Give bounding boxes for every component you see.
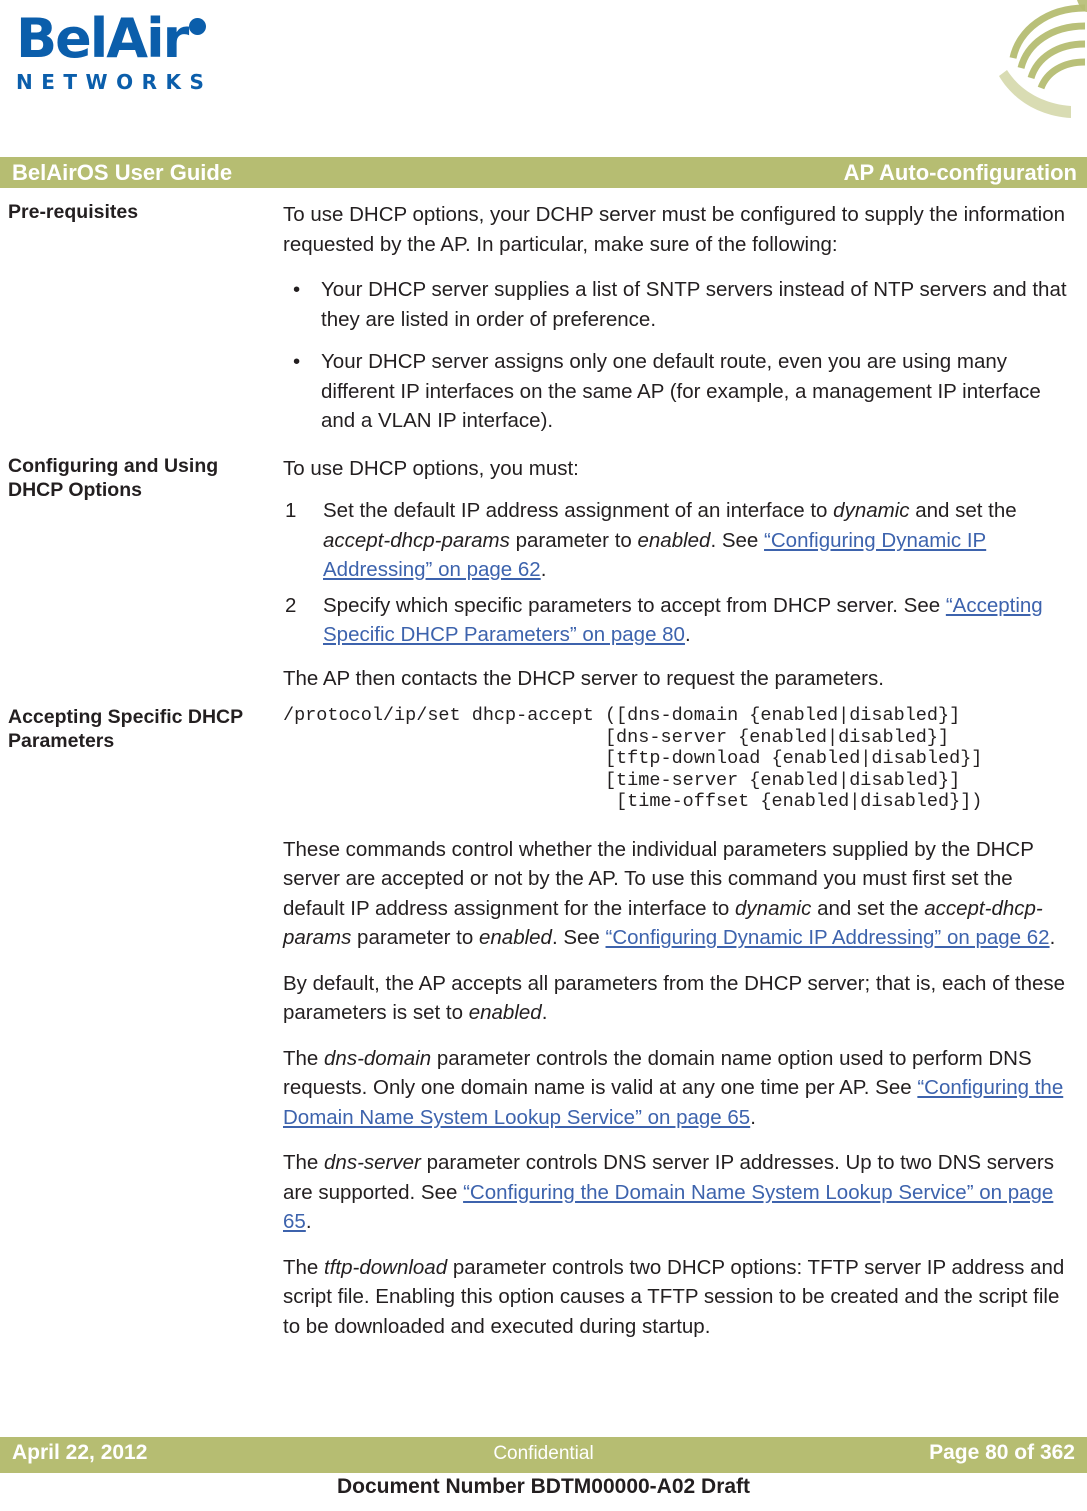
cli-command-block: /protocol/ip/set dhcp-accept ([dns-domai… [283,705,983,812]
step-emphasis: enabled [637,528,711,552]
step-text-part: . See [710,528,765,552]
page-content: Pre-requisites To use DHCP options, your… [0,200,1087,1357]
text-part: The [283,1046,325,1070]
text-part: . [1049,926,1056,949]
step-emphasis: dynamic [833,499,910,522]
footer-confidential-label: Confidential [493,1443,594,1464]
logo-subtext: NETWORKS [16,70,213,94]
text-part: The [283,1151,325,1174]
corner-swoosh-decoration [947,0,1087,132]
step-text-part: . [540,558,547,581]
text-part: . See [551,926,606,949]
paragraph-accept-4: The dns-server parameter controls DNS se… [283,1148,1068,1237]
paragraph-config-outro: The AP then contacts the DHCP server to … [283,666,884,690]
paragraph-accept-2: By default, the AP accepts all parameter… [283,969,1068,1028]
list-item: 1 Set the default IP address assignment o… [283,496,1068,585]
text-emphasis: tftp-download [324,1255,448,1279]
section-body-configuring-dhcp-options: To use DHCP options, you must: 1 Set the … [283,454,1068,694]
paragraph-accept-5: The tftp-download parameter controls two… [283,1253,1068,1342]
list-item: • Your DHCP server assigns only one defau… [283,347,1068,436]
text-emphasis: enabled [478,926,552,949]
footer-document-number: Document Number BDTM00000-A02 Draft [336,1475,751,1498]
text-part: and set the [811,896,925,920]
section-pre-requisites: Pre-requisites To use DHCP options, your… [0,200,1087,436]
text-emphasis: dns-domain [324,1046,432,1070]
text-part: . [750,1105,756,1129]
list-item: 2 Specify which specific parameters to ac… [283,591,1068,650]
text-emphasis: dynamic [735,896,812,920]
step-emphasis: accept-dhcp-params [323,528,510,552]
section-heading-accepting-specific-dhcp-parameters: Accepting Specific DHCP Parameters [8,706,243,752]
document-page: BelAir NETWORKS BelAirOS User Guide AP A… [0,0,1087,1511]
step-text-part: . [684,623,691,646]
config-steps-list: 1 Set the default IP address assignment o… [283,496,1068,650]
step-number: 1 [285,499,297,522]
text-part: By default, the AP accepts all parameter… [283,971,1066,1025]
step-text-part: Specify which specific parameters to acc… [323,593,946,617]
text-part: . [541,1001,548,1024]
section-accepting-specific-dhcp-parameters: Accepting Specific DHCP Parameters /prot… [0,705,1087,1341]
logo-dot-icon [189,18,207,35]
bullet-marker: • [293,278,301,301]
paragraph-config-intro: To use DHCP options, you must: [283,456,579,480]
text-emphasis: enabled [468,1001,542,1024]
text-part: parameter to [351,926,479,949]
step-text-part: Set the default IP address assignment of… [323,499,834,522]
bullet-text: Your DHCP server supplies a list of SNTP… [321,278,1067,331]
cross-reference-link[interactable]: “Configuring Dynamic IP Addressing” on p… [606,926,1050,949]
paragraph-accept-3: The dns-domain parameter controls the do… [283,1044,1068,1133]
step-number: 2 [285,593,297,617]
section-configuring-dhcp-options: Configuring and Using DHCP Options To us… [0,454,1087,694]
prereq-bullet-list: • Your DHCP server supplies a list of SNT… [283,275,1068,436]
belair-networks-logo: BelAir NETWORKS [16,10,216,94]
page-footer-bar: April 22, 2012 Confidential Page 80 of 3… [0,1437,1087,1473]
text-emphasis: dns-server [324,1151,421,1174]
step-text-part: and set the [909,499,1017,522]
text-part: The [283,1255,325,1279]
bullet-marker: • [293,350,301,373]
running-header-bar: BelAirOS User Guide AP Auto-configuratio… [0,157,1087,188]
header-left-title: BelAirOS User Guide [12,160,233,185]
paragraph-prereq-intro: To use DHCP options, your DCHP server mu… [283,203,1066,256]
footer-page-number: Page 80 of 362 [929,1441,1075,1464]
header-right-title: AP Auto-configuration [843,160,1077,185]
bullet-text: Your DHCP server assigns only one defaul… [321,350,1041,432]
text-part: . [305,1210,312,1233]
logo-brand-text: BelAir [16,7,189,70]
paragraph-accept-1: These commands control whether the indiv… [283,835,1068,953]
logo-wordmark: BelAir [16,10,216,68]
section-body-accepting-specific-dhcp-parameters: /protocol/ip/set dhcp-accept ([dns-domai… [283,705,1068,1341]
list-item: • Your DHCP server supplies a list of SNT… [283,275,1068,334]
section-body-pre-requisites: To use DHCP options, your DCHP server mu… [283,200,1068,436]
section-heading-pre-requisites: Pre-requisites [8,201,139,223]
section-heading-configuring-dhcp-options: Configuring and Using DHCP Options [8,454,219,501]
step-text-part: parameter to [509,528,638,552]
